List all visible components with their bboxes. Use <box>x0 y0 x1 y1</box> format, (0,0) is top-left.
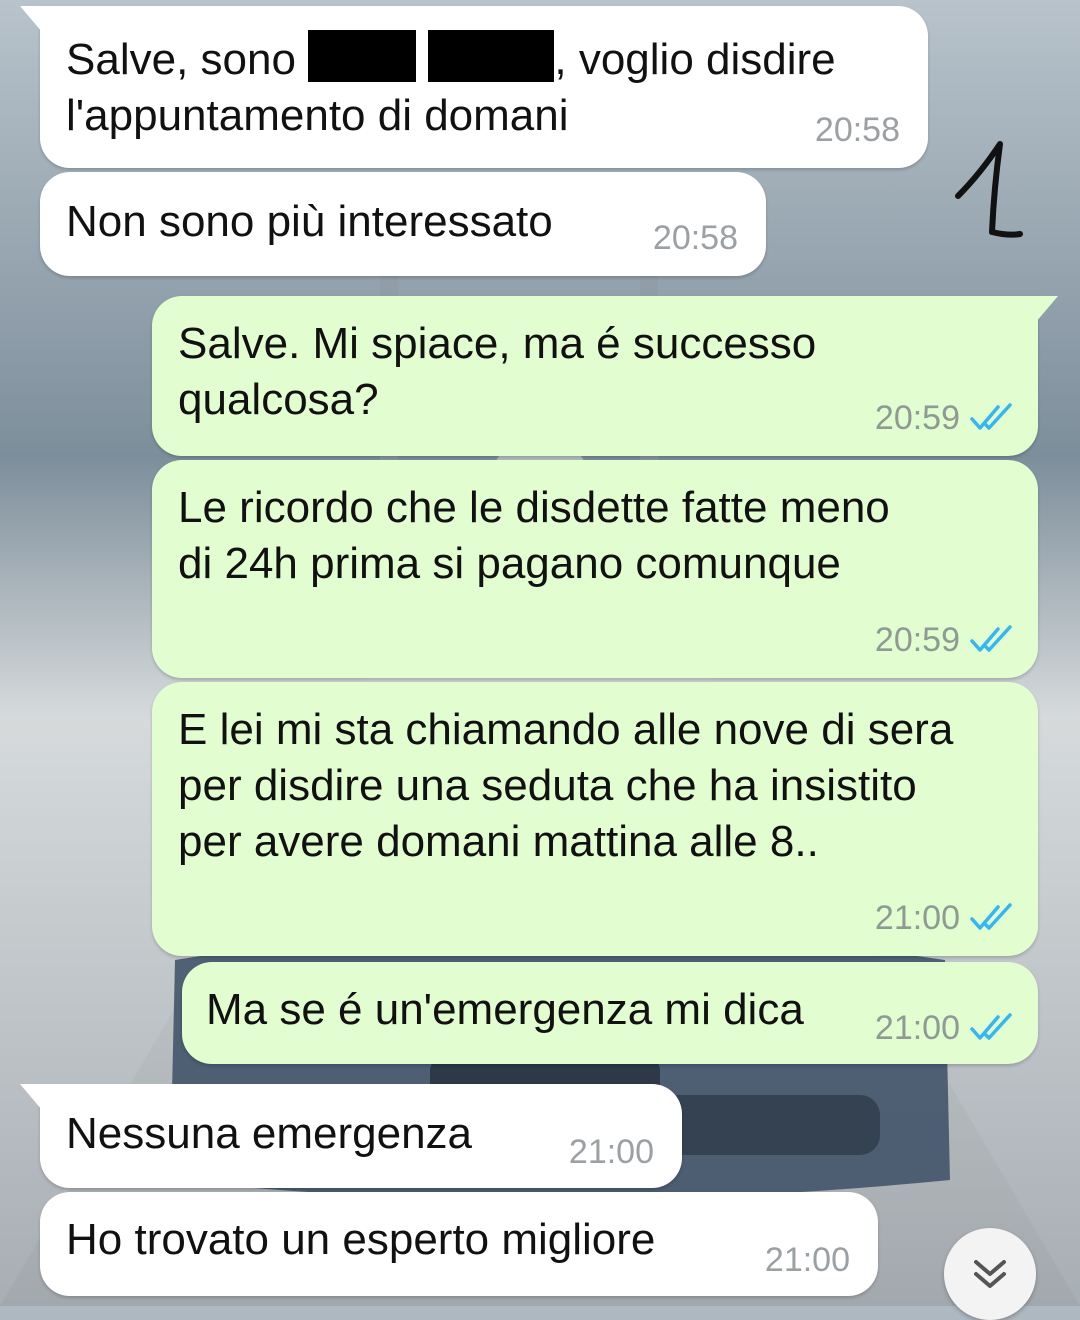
message-incoming[interactable]: Ho trovato un esperto migliore 21:00 <box>40 1192 878 1296</box>
message-outgoing[interactable]: E lei mi sta chiamando alle nove di sera… <box>152 682 1038 956</box>
redacted-last-name <box>428 30 555 82</box>
message-text: Ma se é un'emergenza mi dica <box>206 985 804 1034</box>
message-text: Salve. Mi spiace, ma é successo qualcosa… <box>178 319 817 424</box>
message-text: Le ricordo che le disdette fatte meno di… <box>178 483 890 588</box>
double-check-icon <box>970 903 1012 930</box>
chevrons-down-icon <box>974 1260 1006 1288</box>
message-outgoing[interactable]: Le ricordo che le disdette fatte meno di… <box>152 460 1038 678</box>
message-meta: 20:58 <box>653 218 738 258</box>
message-time: 21:00 <box>874 1009 960 1047</box>
message-meta: 21:00 <box>875 1008 1014 1048</box>
scroll-to-bottom-button[interactable] <box>944 1228 1036 1320</box>
double-check-icon <box>970 403 1012 430</box>
handwritten-one-icon <box>955 141 1023 238</box>
message-text: Nessuna emergenza <box>66 1109 473 1158</box>
message-incoming[interactable]: Salve, sono , voglio disdire l'appuntame… <box>20 6 928 168</box>
redacted-first-name <box>308 30 417 82</box>
message-time: 21:00 <box>874 899 960 937</box>
message-incoming[interactable]: Nessuna emergenza 21:00 <box>20 1084 682 1188</box>
message-text: Non sono più interessato <box>66 197 553 246</box>
message-meta: 21:00 <box>569 1132 654 1172</box>
message-meta: 21:00 <box>765 1240 850 1280</box>
message-outgoing[interactable]: Ma se é un'emergenza mi dica 21:00 <box>182 962 1038 1064</box>
double-check-icon <box>970 1013 1012 1040</box>
message-time: 20:59 <box>874 399 960 437</box>
message-meta: 20:59 <box>875 620 1014 660</box>
message-meta: 21:00 <box>875 898 1014 938</box>
handwritten-annotation: 1 <box>948 138 1028 253</box>
message-text: Ho trovato un esperto migliore <box>66 1215 656 1264</box>
message-outgoing[interactable]: Salve. Mi spiace, ma é successo qualcosa… <box>152 296 1058 456</box>
double-check-icon <box>970 625 1012 652</box>
message-meta: 20:58 <box>815 110 900 150</box>
message-meta: 20:59 <box>875 398 1014 438</box>
message-time: 20:58 <box>652 219 738 257</box>
message-incoming[interactable]: Non sono più interessato 20:58 <box>40 172 766 276</box>
message-time: 21:00 <box>568 1133 654 1171</box>
message-time: 20:58 <box>814 111 900 149</box>
message-time: 20:59 <box>874 621 960 659</box>
message-text: E lei mi sta chiamando alle nove di sera… <box>178 705 954 866</box>
message-time: 21:00 <box>764 1241 850 1279</box>
message-text-part: Salve, sono <box>66 35 309 84</box>
message-text: Salve, sono , voglio disdire l'appuntame… <box>66 30 836 144</box>
